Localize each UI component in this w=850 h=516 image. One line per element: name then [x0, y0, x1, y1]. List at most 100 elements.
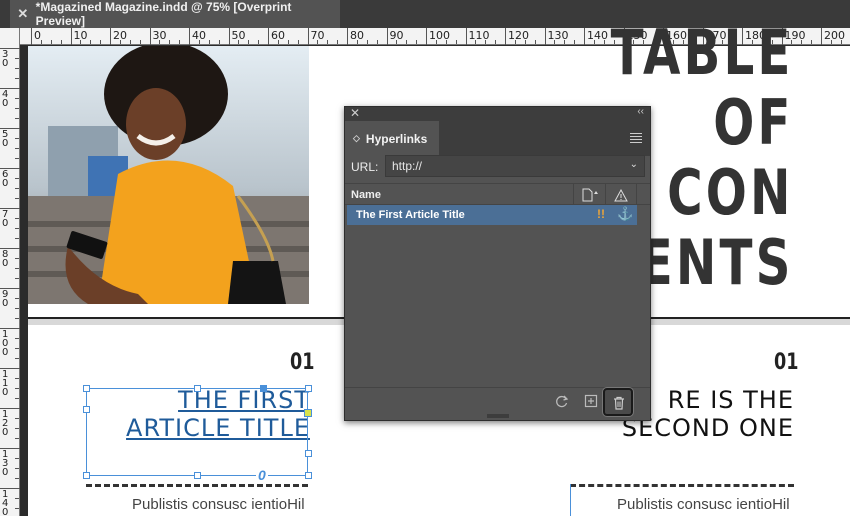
selection-handle[interactable]	[305, 472, 312, 479]
ruler-tick: 200	[821, 28, 845, 45]
panel-resize-grip[interactable]	[487, 414, 509, 418]
tab-expand-icon[interactable]: ◇	[353, 133, 360, 144]
ruler-minor-tick	[475, 40, 477, 44]
ruler-tick-label: 130	[2, 449, 9, 478]
ruler-minor-tick	[15, 478, 19, 479]
document-tab-title: *Magazined Magazine.indd @ 75% [Overprin…	[35, 0, 292, 28]
ruler-minor-tick	[317, 40, 319, 44]
ruler-minor-tick	[15, 58, 19, 59]
collapse-panel-icon[interactable]: ‹‹	[637, 106, 644, 117]
ruler-tick: 30	[149, 28, 167, 45]
ruler-tick: 0	[31, 28, 41, 45]
ruler-minor-tick	[15, 318, 19, 319]
tab-hyperlinks[interactable]: ◇ Hyperlinks	[345, 121, 439, 156]
selection-handle[interactable]	[260, 385, 267, 392]
new-hyperlink-icon[interactable]	[584, 394, 598, 411]
ruler-minor-tick	[554, 40, 556, 44]
ruler-minor-tick	[90, 40, 92, 44]
ruler-minor-tick	[15, 158, 19, 159]
ruler-minor-tick	[15, 378, 19, 379]
ruler-tick-label: 120	[2, 409, 9, 438]
chevron-down-icon[interactable]: ⌄	[630, 159, 638, 170]
ruler-minor-tick	[15, 268, 19, 269]
url-field-value: http://	[392, 159, 423, 173]
article-number-right: 01	[774, 350, 799, 375]
ruler-minor-tick	[15, 228, 19, 229]
ruler-minor-tick	[80, 40, 82, 44]
ruler-minor-tick	[593, 40, 595, 44]
ruler-tick-label: 110	[2, 369, 9, 398]
ruler-minor-tick	[15, 258, 19, 259]
ruler-tick: 100	[426, 28, 450, 45]
ruler-tick: 10	[70, 28, 88, 45]
ruler-minor-tick	[60, 40, 62, 44]
selection-handle[interactable]	[83, 385, 90, 392]
ruler-minor-tick	[15, 348, 19, 349]
ruler-tick-label: 120	[508, 29, 529, 42]
panel-title-bar[interactable]: ✕ ‹‹	[345, 106, 650, 121]
vertical-ruler[interactable]: 30 40 50 60 70 80 90 100 110 120 130 140	[0, 28, 20, 516]
ruler-tick: 80	[347, 28, 364, 45]
ruler-tick: 20	[110, 28, 127, 45]
ruler-minor-tick	[416, 40, 418, 44]
text-frame-selection[interactable]	[86, 388, 308, 476]
refresh-icon[interactable]	[555, 394, 569, 411]
ruler-tick-label: 30	[2, 49, 9, 69]
ruler-minor-tick	[337, 40, 339, 44]
column-header-name[interactable]: Name	[351, 189, 381, 201]
warning-icon[interactable]	[605, 184, 637, 206]
panel-close-icon[interactable]: ✕	[350, 106, 360, 120]
text-overflow-marker: 0	[256, 467, 268, 483]
ruler-minor-tick	[406, 40, 408, 44]
selection-handle[interactable]	[194, 385, 201, 392]
document-tab[interactable]: ✕ *Magazined Magazine.indd @ 75% [Overpr…	[10, 0, 340, 28]
dashed-rule-left	[86, 484, 308, 487]
ruler-minor-tick	[830, 40, 832, 44]
ruler-minor-tick	[15, 428, 19, 429]
indesign-window: ✕ *Magazined Magazine.indd @ 75% [Overpr…	[0, 0, 850, 516]
text-frame-outport[interactable]	[304, 409, 312, 417]
ruler-minor-tick	[258, 40, 260, 44]
selection-handle[interactable]	[83, 472, 90, 479]
ruler-tick-label: 140	[587, 29, 608, 42]
ruler-tick: 120	[505, 28, 529, 45]
selection-handle[interactable]	[83, 406, 90, 413]
ruler-minor-tick	[287, 40, 289, 44]
ruler-minor-tick	[15, 468, 19, 469]
portrait-photo[interactable]	[28, 46, 309, 304]
ruler-tick: 90	[386, 28, 404, 45]
ruler-minor-tick	[495, 40, 497, 44]
ruler-tick: 40	[189, 28, 206, 45]
ruler-minor-tick	[15, 508, 19, 509]
anchor-icon[interactable]: ⚓	[617, 206, 633, 222]
ruler-minor-tick	[15, 98, 19, 99]
selection-handle[interactable]	[194, 472, 201, 479]
ruler-tick: 140	[584, 28, 608, 45]
ruler-minor-tick	[15, 108, 19, 109]
ruler-tick-label: 110	[468, 29, 490, 42]
ruler-minor-tick	[15, 398, 19, 399]
hyperlinks-panel: ✕ ‹‹ ◇ Hyperlinks URL: http:// ⌄ Name Th	[344, 106, 651, 421]
page-sort-icon[interactable]	[573, 184, 605, 206]
ruler-minor-tick	[15, 418, 19, 419]
ruler-minor-tick	[811, 40, 813, 44]
ruler-tick: 130	[544, 28, 569, 45]
delete-hyperlink-button[interactable]	[603, 388, 633, 416]
ruler-minor-tick	[485, 40, 487, 44]
hyperlink-list-header: Name	[345, 183, 650, 206]
selection-handle[interactable]	[305, 385, 312, 392]
panel-menu-icon[interactable]	[630, 133, 642, 145]
ruler-tick-label: 100	[2, 329, 9, 358]
dashed-rule-right	[570, 484, 794, 487]
ruler-minor-tick	[524, 40, 526, 44]
close-tab-icon[interactable]: ✕	[10, 6, 36, 22]
list-item[interactable]: The First Article Title !! ⚓	[347, 205, 637, 225]
body-text-left[interactable]: Publistis consusc ientioHil	[132, 496, 305, 513]
link-status-badge[interactable]: !!	[597, 207, 605, 221]
url-field[interactable]: http:// ⌄	[385, 155, 645, 177]
ruler-minor-tick	[119, 40, 121, 44]
selection-handle[interactable]	[305, 450, 312, 457]
body-text-right[interactable]: Publistis consusc ientioHil	[617, 496, 790, 513]
ruler-minor-tick	[15, 358, 19, 359]
ruler-minor-tick	[15, 238, 19, 239]
